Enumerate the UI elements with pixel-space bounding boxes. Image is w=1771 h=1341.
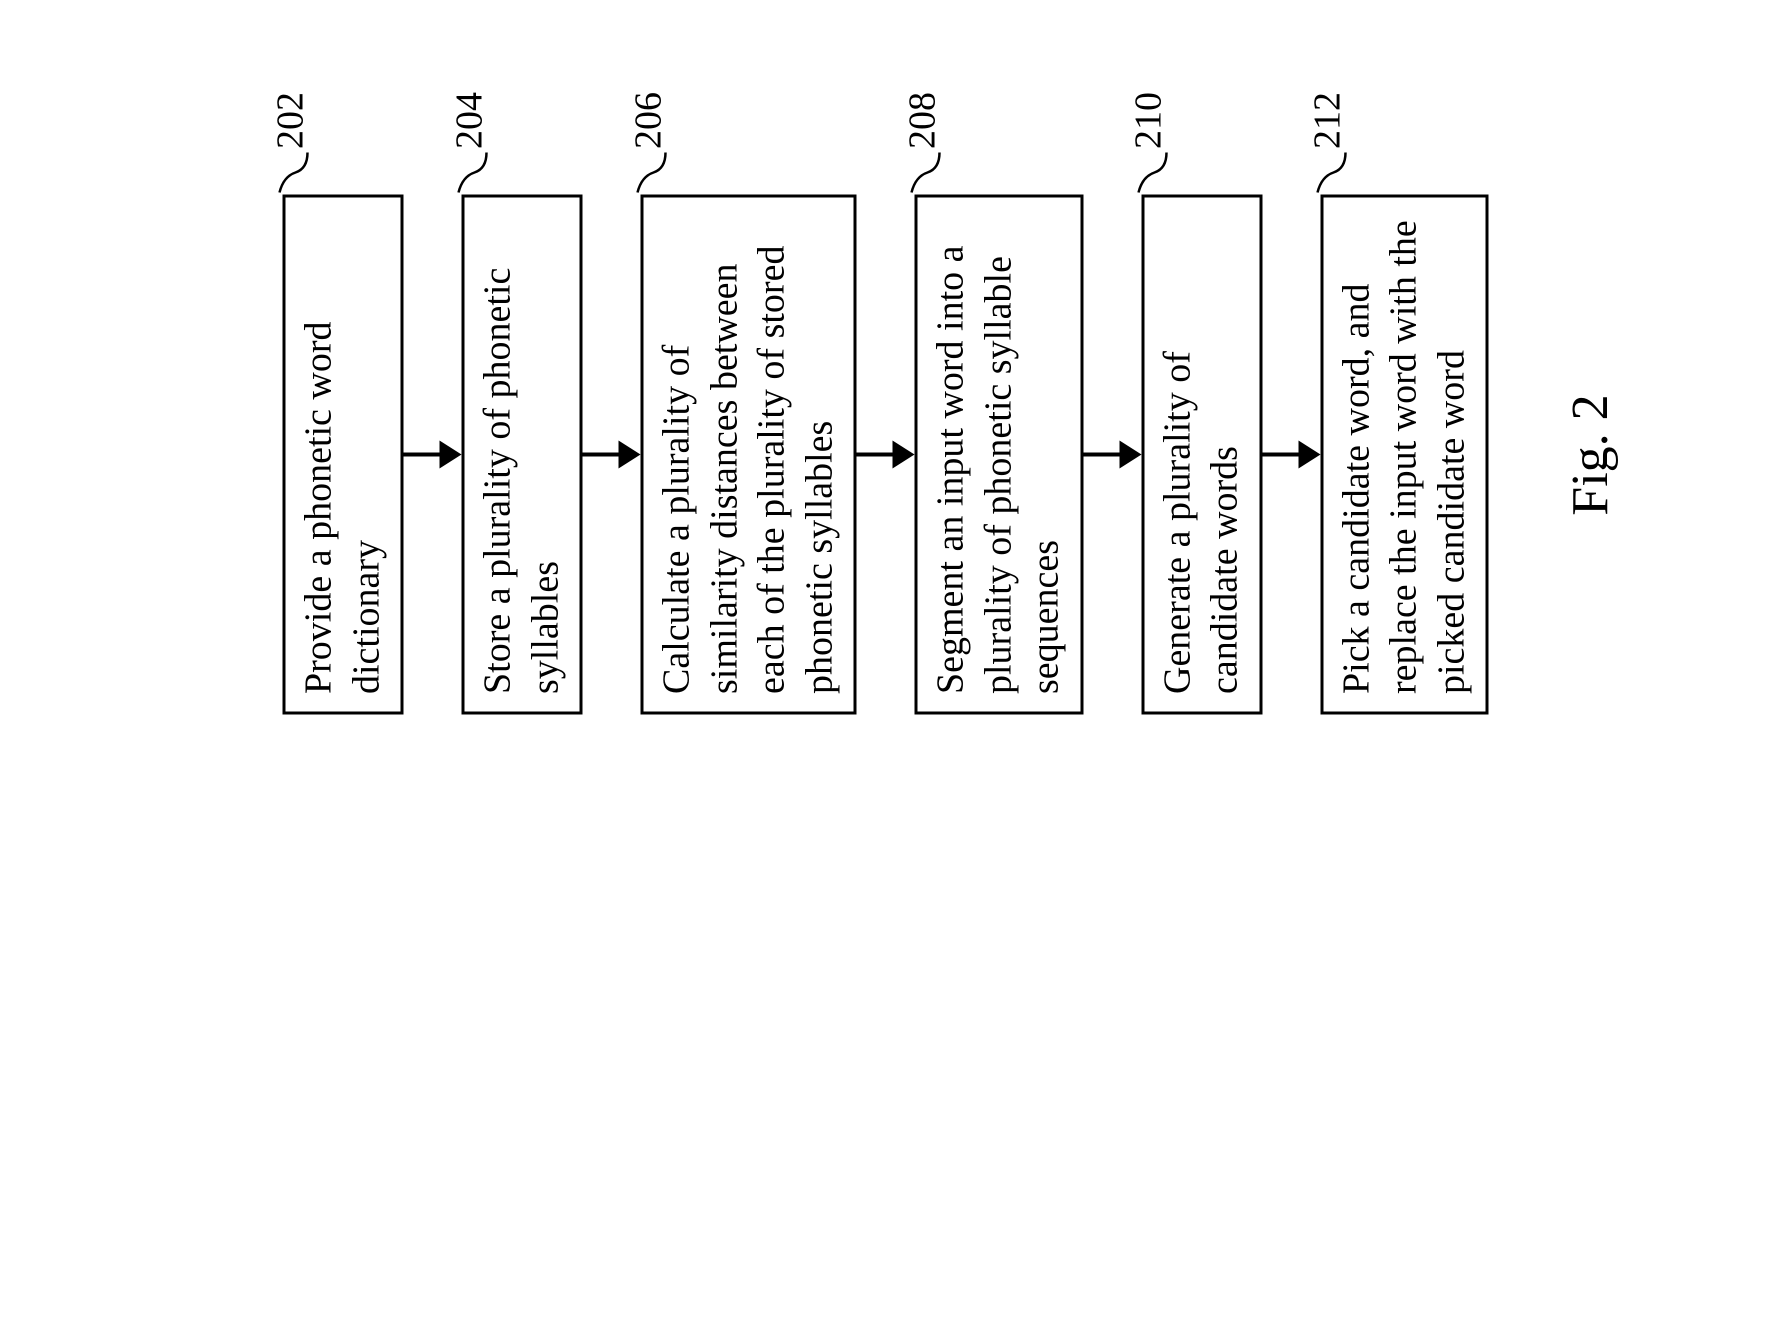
step-label-206: 206 — [641, 92, 671, 195]
arrow-icon — [404, 441, 462, 469]
step-210-wrapper: Generate a plurality of candidate words … — [1141, 195, 1262, 715]
arrow-icon — [857, 441, 915, 469]
step-text: Calculate a plurality of similarity dist… — [656, 246, 841, 694]
step-208-wrapper: Segment an input word into a plurality o… — [915, 195, 1084, 715]
step-id: 204 — [447, 92, 491, 149]
arrow-icon — [1083, 441, 1141, 469]
step-id: 212 — [1306, 92, 1350, 149]
flowchart: Provide a phonetic word dictionary 202 S… — [283, 195, 1489, 715]
step-box-206: Calculate a plurality of similarity dist… — [641, 195, 857, 715]
diagram-rotated-container: Provide a phonetic word dictionary 202 S… — [431, 0, 1341, 1341]
step-text: Provide a phonetic word dictionary — [298, 321, 388, 694]
step-box-212: Pick a candidate word, and replace the i… — [1320, 195, 1489, 715]
step-id: 202 — [268, 92, 312, 149]
label-connector-icon — [462, 155, 492, 195]
step-text: Segment an input word into a plurality o… — [930, 245, 1067, 694]
step-206-wrapper: Calculate a plurality of similarity dist… — [641, 195, 857, 715]
step-text: Generate a plurality of candidate words — [1156, 351, 1246, 694]
figure-caption: Fig. 2 — [1561, 394, 1620, 515]
step-text: Store a plurality of phonetic syllables — [477, 268, 567, 694]
label-connector-icon — [641, 155, 671, 195]
step-box-208: Segment an input word into a plurality o… — [915, 195, 1084, 715]
step-id: 206 — [626, 92, 670, 149]
step-id: 208 — [900, 92, 944, 149]
step-box-210: Generate a plurality of candidate words — [1141, 195, 1262, 715]
step-label-212: 212 — [1320, 92, 1350, 195]
step-label-210: 210 — [1141, 92, 1171, 195]
arrow-icon — [1262, 441, 1320, 469]
label-connector-icon — [915, 155, 945, 195]
step-204-wrapper: Store a plurality of phonetic syllables … — [462, 195, 583, 715]
arrow-icon — [583, 441, 641, 469]
step-box-202: Provide a phonetic word dictionary — [283, 195, 404, 715]
step-202-wrapper: Provide a phonetic word dictionary 202 — [283, 195, 404, 715]
step-box-204: Store a plurality of phonetic syllables — [462, 195, 583, 715]
step-label-204: 204 — [462, 92, 492, 195]
step-label-202: 202 — [283, 92, 313, 195]
step-id: 210 — [1127, 92, 1171, 149]
step-text: Pick a candidate word, and replace the i… — [1335, 220, 1472, 694]
step-label-208: 208 — [915, 92, 945, 195]
step-212-wrapper: Pick a candidate word, and replace the i… — [1320, 195, 1489, 715]
label-connector-icon — [1141, 155, 1171, 195]
label-connector-icon — [283, 155, 313, 195]
label-connector-icon — [1320, 155, 1350, 195]
